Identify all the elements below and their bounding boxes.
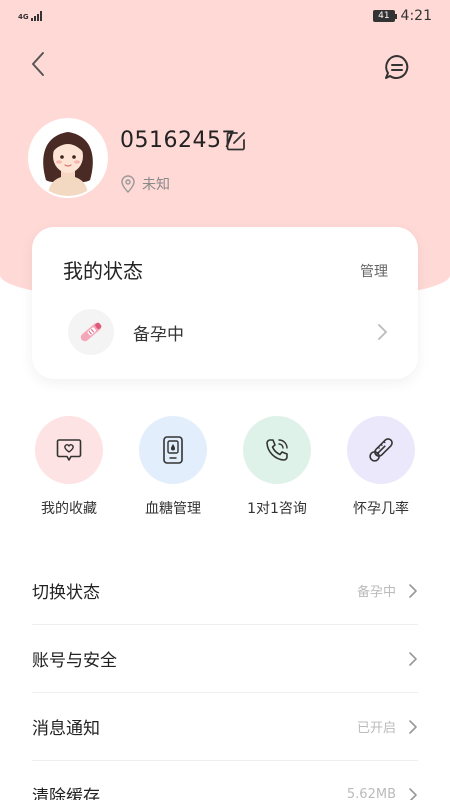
network-type: 4G xyxy=(18,13,29,21)
quick-action-consult[interactable]: 1对1咨询 xyxy=(225,416,329,518)
settings-list: 切换状态 备孕中 账号与安全 消息通知 已开启 清除缓存 5.62MB xyxy=(32,557,418,800)
setting-value: 备孕中 xyxy=(356,585,396,600)
setting-value: 5.62MB xyxy=(346,787,396,800)
chevron-right-icon xyxy=(409,583,417,598)
quick-action-icon-bg xyxy=(35,416,103,484)
state-card-title: 我的状态 xyxy=(63,259,143,283)
quick-action-label: 1对1咨询 xyxy=(247,501,307,517)
my-state-card: 我的状态 管理 备孕中 xyxy=(32,227,418,379)
setting-label: 清除缓存 xyxy=(32,787,100,800)
setting-switch-state[interactable]: 切换状态 备孕中 xyxy=(32,557,418,625)
current-state-label: 备孕中 xyxy=(133,324,184,345)
setting-clear-cache[interactable]: 清除缓存 5.62MB xyxy=(32,761,418,800)
setting-label: 切换状态 xyxy=(32,583,100,603)
heart-message-icon xyxy=(56,439,82,461)
manage-button[interactable]: 管理 xyxy=(360,261,388,281)
avatar[interactable] xyxy=(30,120,106,196)
quick-action-glucose[interactable]: 血糖管理 xyxy=(121,416,225,518)
chat-bubble-icon xyxy=(385,55,409,79)
current-state-row[interactable]: 备孕中 xyxy=(68,309,388,355)
location-pin-icon xyxy=(121,175,135,193)
quick-action-icon-bg xyxy=(243,416,311,484)
setting-notifications[interactable]: 消息通知 已开启 xyxy=(32,693,418,761)
battery-icon: 41 xyxy=(373,10,398,22)
chevron-left-icon xyxy=(32,52,44,76)
signal-bars-icon xyxy=(30,11,42,21)
user-id: 05162457 xyxy=(120,128,236,153)
back-button[interactable] xyxy=(26,50,52,80)
chevron-right-icon xyxy=(409,787,417,800)
setting-label: 账号与安全 xyxy=(32,651,117,671)
glucose-meter-icon xyxy=(163,436,183,464)
pregnancy-test-icon xyxy=(80,322,102,342)
chevron-right-icon xyxy=(409,651,417,666)
quick-action-icon-bg xyxy=(139,416,207,484)
quick-action-label: 怀孕几率 xyxy=(353,501,409,517)
quick-actions: 我的收藏 血糖管理 1对1咨询 怀孕几率 xyxy=(0,416,450,518)
edit-profile-button[interactable] xyxy=(225,130,247,152)
setting-label: 消息通知 xyxy=(32,719,100,739)
setting-account-security[interactable]: 账号与安全 xyxy=(32,625,418,693)
chevron-right-icon xyxy=(409,719,417,734)
quick-action-icon-bg xyxy=(347,416,415,484)
location-text: 未知 xyxy=(142,177,170,193)
state-thumbnail xyxy=(68,309,114,355)
chevron-right-icon xyxy=(378,324,387,340)
thermometer-icon xyxy=(369,438,393,462)
status-bar: 4G 41 4:21 xyxy=(0,0,450,32)
quick-action-favorites[interactable]: 我的收藏 xyxy=(17,416,121,518)
clock: 4:21 xyxy=(400,8,432,24)
setting-value: 已开启 xyxy=(356,721,396,736)
quick-action-label: 血糖管理 xyxy=(145,501,201,517)
edit-icon xyxy=(226,132,245,151)
signal-indicator: 4G xyxy=(18,11,42,21)
avatar-illustration xyxy=(30,120,106,196)
quick-action-pregnancy-chance[interactable]: 怀孕几率 xyxy=(329,416,433,518)
phone-icon xyxy=(266,439,288,461)
messages-button[interactable] xyxy=(384,54,410,80)
quick-action-label: 我的收藏 xyxy=(41,501,97,517)
location-row: 未知 xyxy=(120,174,170,194)
